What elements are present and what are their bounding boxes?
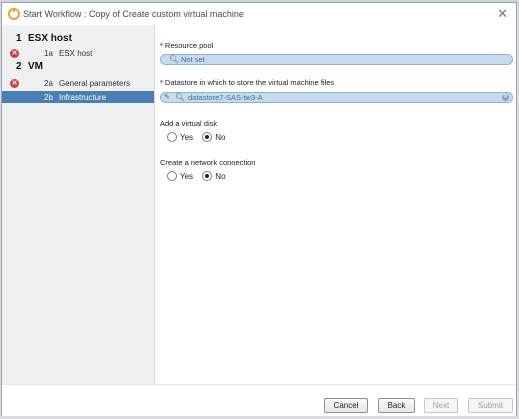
wizard-steps-sidebar: 1 ESX host ✕ 1a ESX host 2 VM ✕ 2a Gener… — [2, 25, 155, 384]
add-disk-radio-group: Yes No — [167, 132, 233, 142]
add-disk-no-radio[interactable] — [202, 132, 213, 142]
datastore-label: * Datastore in which to store the virtual… — [160, 78, 334, 87]
vro-logo-icon — [8, 8, 20, 20]
datastore-label-text: Datastore in which to store the virtual … — [164, 78, 335, 87]
step-number: 1a — [44, 49, 53, 58]
add-disk-no-label[interactable]: No — [215, 133, 225, 142]
step-label: ESX host — [59, 49, 93, 58]
required-marker: * — [160, 41, 163, 50]
magnifier-icon: 🔍︎ — [169, 55, 180, 64]
datastore-picker[interactable]: ✎ 🔍︎ datastore7-SAS-tw3-A ✕ — [160, 92, 513, 103]
edit-icon[interactable]: ✎ — [164, 93, 170, 103]
dialog-title: Start Workflow : Copy of Create custom v… — [23, 9, 244, 19]
infrastructure-form: * Resource pool 🔍︎ Not set * Datastore in … — [160, 25, 514, 384]
resource-pool-picker[interactable]: 🔍︎ Not set — [160, 54, 513, 65]
step-label: ESX host — [28, 33, 72, 44]
error-icon: ✕ — [10, 49, 19, 58]
close-icon[interactable]: ✕ — [497, 6, 508, 22]
network-yes-radio[interactable] — [167, 171, 177, 181]
dialog-footer: Cancel Back Next Submit — [2, 384, 516, 416]
step-label: VM — [28, 61, 43, 72]
add-disk-label: Add a virtual disk — [160, 119, 218, 128]
step-label: Infrastructure — [59, 93, 107, 102]
datastore-value: datastore7-SAS-tw3-A — [188, 93, 263, 102]
step-number: 2a — [44, 79, 53, 88]
step-number: 2 — [16, 61, 22, 72]
back-button[interactable]: Back — [378, 398, 415, 413]
step-2[interactable]: 2 VM — [2, 61, 154, 74]
network-no-label[interactable]: No — [215, 172, 225, 181]
workflow-dialog: Start Workflow : Copy of Create custom v… — [1, 2, 517, 416]
submit-button[interactable]: Submit — [468, 398, 513, 413]
step-1[interactable]: 1 ESX host — [2, 33, 154, 46]
resource-pool-value: Not set — [181, 55, 205, 64]
step-label: General parameters — [59, 79, 131, 88]
add-disk-yes-radio[interactable] — [167, 132, 177, 142]
dialog-titlebar: Start Workflow : Copy of Create custom v… — [2, 3, 516, 25]
magnifier-icon: 🔍︎ — [175, 93, 186, 102]
network-radio-group: Yes No — [167, 171, 233, 181]
step-1a[interactable]: ✕ 1a ESX host — [2, 47, 154, 60]
add-disk-yes-label[interactable]: Yes — [180, 133, 193, 142]
required-marker: * — [160, 78, 163, 87]
clear-icon[interactable]: ✕ — [502, 94, 509, 101]
cancel-button[interactable]: Cancel — [324, 398, 368, 413]
resource-pool-label: * Resource pool — [160, 41, 213, 50]
error-icon: ✕ — [10, 79, 19, 88]
step-number: 2b — [44, 93, 53, 102]
network-no-radio[interactable] — [202, 171, 213, 181]
step-number: 1 — [16, 33, 22, 44]
network-label: Create a network connection — [160, 158, 256, 167]
resource-pool-label-text: Resource pool — [164, 41, 214, 50]
step-2a[interactable]: ✕ 2a General parameters — [2, 77, 154, 90]
form-scroll-area[interactable] — [509, 25, 512, 384]
step-2b[interactable]: 2b Infrastructure — [2, 91, 154, 103]
network-yes-label[interactable]: Yes — [180, 172, 193, 181]
next-button[interactable]: Next — [424, 398, 458, 413]
